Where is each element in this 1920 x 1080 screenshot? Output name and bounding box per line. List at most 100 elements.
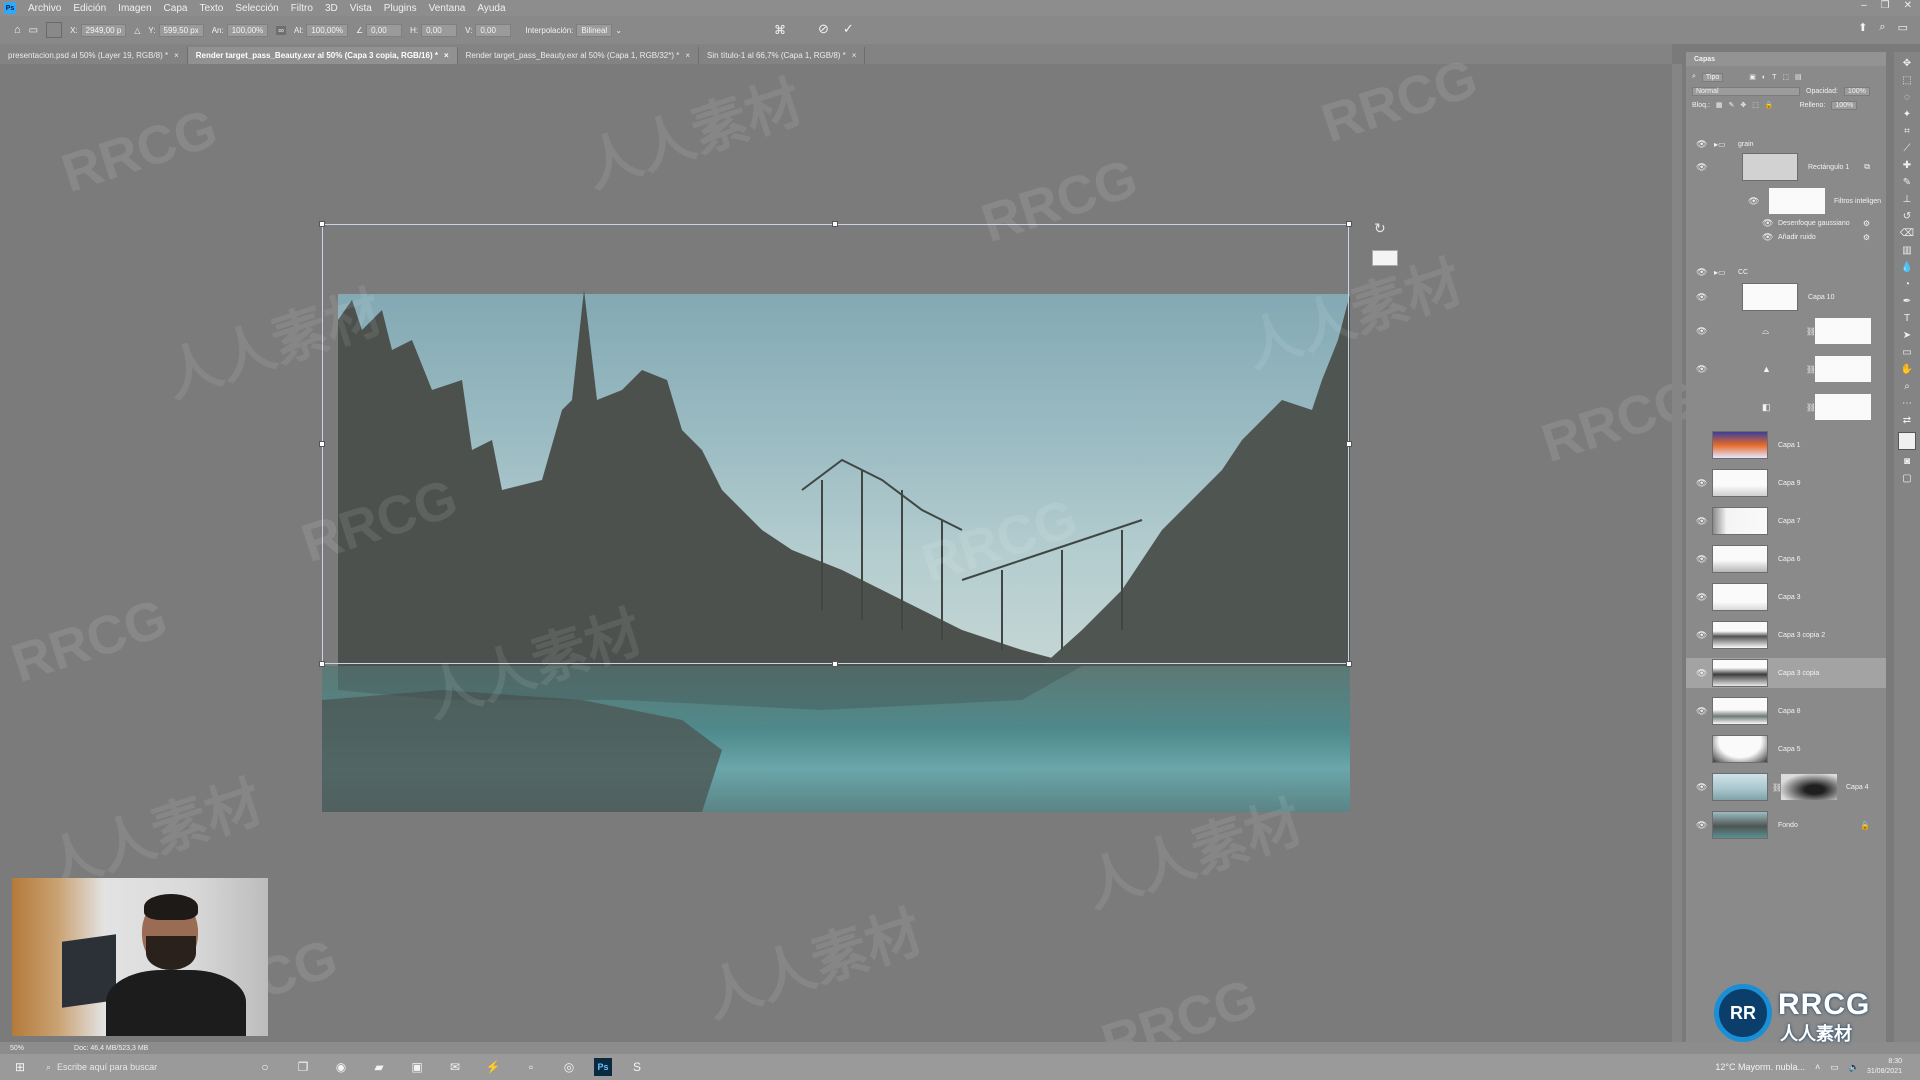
marquee-tool-icon[interactable]: ⬚ [1902,75,1911,86]
file-explorer-icon[interactable]: ▰ [366,1057,392,1077]
lock-pixels-icon[interactable]: ▦ [1716,101,1723,109]
workspace-icon[interactable]: ▭ [1898,21,1908,34]
visibility-eye-icon[interactable]: 👁 [1696,554,1707,565]
commit-transform-icon[interactable]: ✓ [843,21,854,37]
vskew-input[interactable]: 0,00 [475,23,512,37]
lock-paint-icon[interactable]: ✎ [1729,101,1735,109]
menu-plugins[interactable]: Plugins [378,3,423,14]
taskbar-search[interactable]: ⌕ Escribe aquí para buscar [40,1057,246,1077]
task-view-icon[interactable]: ❐ [290,1057,316,1077]
layer-filter-noise[interactable]: 👁 Añadir ruido ⚙ [1686,230,1886,244]
lock-artboard-icon[interactable]: ⬚ [1752,101,1759,109]
layer-capa-3-copia[interactable]: 👁 Capa 3 copia [1686,658,1886,688]
minimize-icon[interactable]: – [1861,0,1867,11]
handle-bottom-center[interactable] [832,661,838,667]
share-icon[interactable]: ⬆ [1858,21,1867,34]
tab-sin-titulo[interactable]: Sin título-1 al 66,7% (Capa 1, RGB/8) * × [699,47,866,64]
taskbar-search-input[interactable]: Escribe aquí para buscar [57,1062,157,1072]
menu-filtro[interactable]: Filtro [285,3,319,14]
visibility-eye-icon[interactable]: 👁 [1696,592,1707,603]
volume-icon[interactable]: 🔈 [1849,1062,1860,1073]
app-icon[interactable]: ▫ [518,1057,544,1077]
visibility-eye-icon[interactable]: 👁 [1762,218,1773,229]
layer-fondo[interactable]: 👁 Fondo 🔒 [1686,810,1886,840]
reference-point-icon[interactable] [46,22,63,38]
menu-imagen[interactable]: Imagen [112,3,157,14]
layer-adjustment-curves[interactable]: 👁 ⌓ ⛓ [1686,316,1886,346]
visibility-eye-icon[interactable]: 👁 [1696,782,1707,793]
brush-tool-icon[interactable]: ✎ [1903,177,1911,188]
lock-position-icon[interactable]: ✥ [1740,101,1746,109]
tool-preset-icon[interactable]: ▭ [29,25,38,36]
healing-tool-icon[interactable]: ✚ [1903,160,1911,171]
taskbar-clock[interactable]: 8:30 31/08/2021 [1867,1057,1902,1077]
cancel-transform-icon[interactable]: ⊘ [818,21,829,37]
layer-capa-9[interactable]: 👁 Capa 9 [1686,468,1886,498]
layer-capa-10[interactable]: 👁 Capa 10 [1686,282,1886,312]
link-aspect-icon[interactable]: ∞ [276,25,286,35]
filter-pixel-icon[interactable]: ▣ [1749,73,1756,81]
opacity-input[interactable]: 100% [1843,86,1870,96]
magic-wand-tool-icon[interactable]: ✦ [1903,109,1911,120]
more-tools-icon[interactable]: ⋯ [1902,398,1912,409]
layers-panel-title[interactable]: Capas [1686,52,1886,66]
layer-capa-4[interactable]: 👁 ⛓ Capa 4 [1686,772,1886,802]
canvas-vertical-scrollbar[interactable] [1672,64,1682,1042]
interpolation-select[interactable]: Bilineal [576,23,613,37]
path-selection-tool-icon[interactable]: ➤ [1903,330,1911,341]
layer-smart-filters[interactable]: 👁 Filtros inteligen [1686,186,1886,216]
x-position-input[interactable]: 2949,00 p [80,23,127,37]
relative-position-icon[interactable]: △ [134,26,140,35]
filter-options-icon[interactable]: ⚙ [1863,219,1870,228]
crop-tool-icon[interactable]: ⌗ [1904,126,1910,137]
handle-top-left[interactable] [319,221,325,227]
filter-type-icon[interactable]: T [1772,74,1776,81]
visibility-eye-icon[interactable]: 👁 [1762,232,1773,243]
handle-bottom-right[interactable] [1346,661,1352,667]
search-icon[interactable]: ⌕ [1879,21,1885,34]
network-icon[interactable]: ▭ [1830,1062,1839,1073]
cortana-icon[interactable]: ○ [252,1057,278,1077]
close-icon[interactable]: × [174,51,179,60]
dodge-tool-icon[interactable]: ◔ [1904,279,1910,290]
layer-capa-7[interactable]: 👁 Capa 7 [1686,506,1886,536]
layer-capa-1[interactable]: Capa 1 [1686,430,1886,460]
menu-ventana[interactable]: Ventana [423,3,472,14]
visibility-eye-icon[interactable]: 👁 [1696,706,1707,717]
menu-archivo[interactable]: Archivo [22,3,67,14]
eyedropper-tool-icon[interactable]: ⟋ [1904,143,1911,154]
handle-middle-right[interactable] [1346,441,1352,447]
visibility-eye-icon[interactable]: 👁 [1696,820,1707,831]
screen-mode-icon[interactable]: ▢ [1902,473,1911,484]
history-brush-tool-icon[interactable]: ↺ [1903,211,1911,222]
visibility-eye-icon[interactable]: 👁 [1696,292,1707,303]
close-icon[interactable]: × [444,51,449,60]
close-icon[interactable]: × [685,51,690,60]
fill-input[interactable]: 100% [1831,100,1858,110]
folder-icon[interactable]: ▸▭ [1714,268,1726,277]
hskew-input[interactable]: 0,00 [421,23,458,37]
app-icon[interactable]: ◎ [556,1057,582,1077]
layer-adjustment-levels[interactable]: 👁 ▲ ⛓ [1686,354,1886,384]
layer-filter-gaussian[interactable]: 👁 Desenfoque gaussiano ⚙ [1686,216,1886,230]
filter-adjustment-icon[interactable]: ◐ [1762,74,1766,81]
layer-adjustment-bw[interactable]: ◧ ⛓ [1686,392,1886,422]
chevron-up-icon[interactable]: ˄ [1815,1062,1820,1072]
chevron-down-icon[interactable]: ⌄ [615,26,622,35]
filter-options-icon[interactable]: ⚙ [1863,233,1870,242]
visibility-eye-icon[interactable]: 👁 [1696,364,1707,375]
zoom-tool-icon[interactable]: ⌕ [1904,381,1910,392]
restore-icon[interactable]: ❐ [1881,0,1890,11]
folder-icon[interactable]: ▸▭ [1714,140,1726,149]
visibility-eye-icon[interactable]: 👁 [1696,516,1707,527]
menu-3d[interactable]: 3D [319,3,344,14]
zoom-level[interactable]: 50% [10,1045,24,1052]
eraser-tool-icon[interactable]: ⌫ [1900,228,1914,239]
gradient-tool-icon[interactable]: ▥ [1902,245,1911,256]
visibility-eye-icon[interactable]: 👁 [1696,162,1707,173]
blur-tool-icon[interactable]: 💧 [1901,262,1913,273]
pen-tool-icon[interactable]: ✒ [1903,296,1911,307]
mail-icon[interactable]: ✉ [442,1057,468,1077]
visibility-eye-icon[interactable]: 👁 [1696,630,1707,641]
home-icon[interactable]: ⌂ [14,24,21,36]
